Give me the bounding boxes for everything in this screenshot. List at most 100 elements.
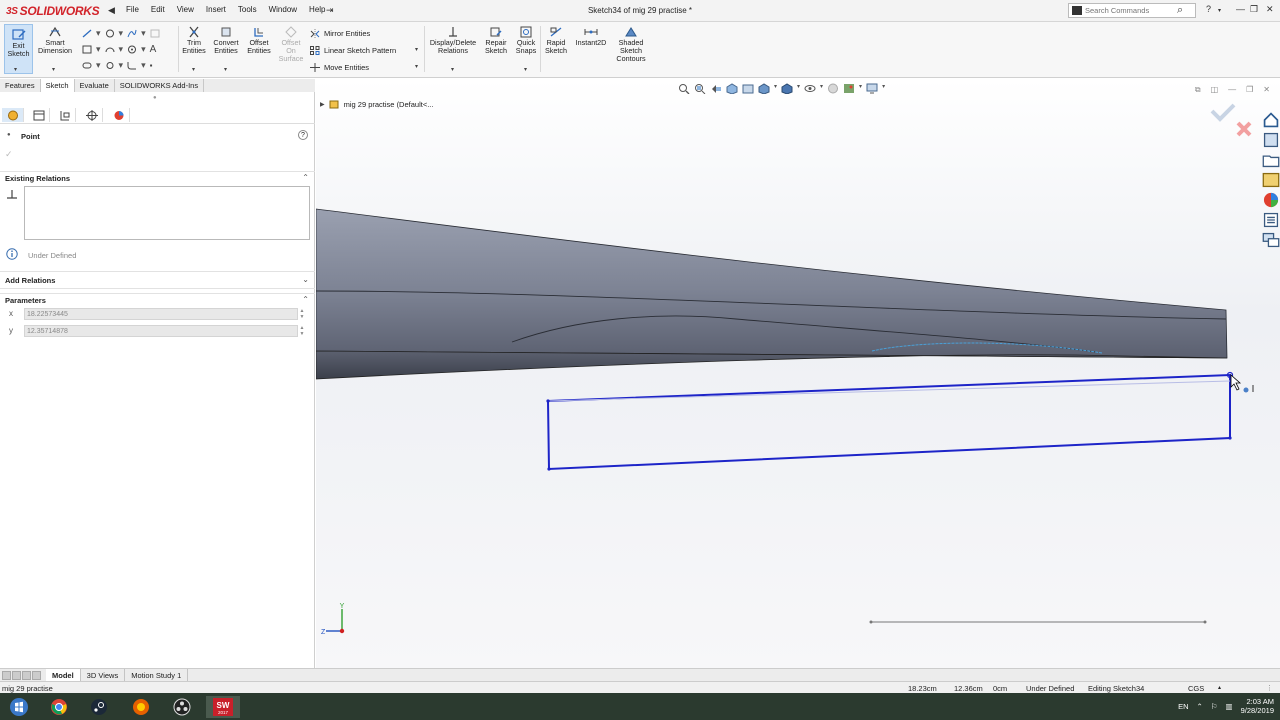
restore-icon[interactable]: ❐ — [1250, 4, 1258, 15]
language-indicator[interactable]: EN — [1178, 702, 1188, 711]
exit-sketch-dropdown-icon[interactable]: ▾ — [14, 66, 17, 73]
tab-solidworks-addins[interactable]: SOLIDWORKS Add-Ins — [115, 79, 205, 92]
ok-check-icon[interactable]: ✓ — [5, 149, 13, 160]
line-icon[interactable] — [82, 29, 92, 38]
search-commands[interactable]: ⌕ — [1068, 3, 1196, 18]
offset-entities-button[interactable]: Offset Entities — [244, 26, 274, 55]
shaded-sketch-contours-button[interactable]: Shaded Sketch Contours — [612, 26, 650, 63]
y-coordinate-input[interactable] — [24, 325, 298, 337]
move-entities-button[interactable]: Move Entities — [310, 63, 369, 72]
circle-icon[interactable] — [105, 29, 115, 38]
help-button[interactable]: ? — [1206, 4, 1211, 14]
fillet-icon[interactable] — [127, 61, 137, 70]
snaps-dropdown-icon[interactable]: ▾ — [524, 66, 527, 73]
start-button[interactable] — [2, 696, 36, 718]
text-icon[interactable]: A — [150, 44, 157, 55]
line-dropdown-icon[interactable]: ▾ — [96, 28, 101, 39]
feature-manager-tab[interactable] — [28, 108, 50, 122]
x-spinner[interactable]: ▲ ▼ — [298, 308, 306, 320]
panel-splitter-icon[interactable]: ● — [153, 95, 157, 101]
arc-icon[interactable] — [105, 45, 115, 54]
relations-list[interactable] — [24, 186, 310, 240]
menu-view[interactable]: View — [171, 5, 200, 14]
smart-dimension-dropdown-icon[interactable]: ▾ — [52, 66, 55, 73]
ellipse-icon[interactable] — [105, 61, 115, 70]
expand-chevron-icon[interactable]: ⌄ — [302, 275, 309, 284]
tab-sketch[interactable]: Sketch — [40, 79, 75, 92]
taskbar-solidworks[interactable]: SW 2017 — [206, 696, 240, 718]
collapse-chevron-icon[interactable]: ⌃ — [302, 173, 309, 182]
instant2d-button[interactable]: Instant2D — [572, 26, 610, 47]
fillet-dropdown-icon[interactable]: ▾ — [141, 60, 146, 71]
tray-expand-icon[interactable]: ⌃ — [1197, 702, 1203, 711]
add-relations-section[interactable]: Add Relations ⌄ — [0, 271, 315, 289]
display-manager-tab[interactable] — [108, 108, 130, 122]
move-dropdown-icon[interactable]: ▾ — [415, 63, 418, 70]
taskbar-firefox[interactable] — [124, 696, 158, 718]
taskbar-chrome[interactable] — [42, 696, 76, 718]
expand-menu-arrow-icon[interactable]: ◀ — [108, 5, 115, 16]
slot-icon[interactable] — [82, 61, 92, 70]
taskbar-obs[interactable] — [165, 696, 199, 718]
help-dropdown-icon[interactable]: ▾ — [1218, 7, 1221, 14]
pattern-dropdown-icon[interactable]: ▾ — [415, 46, 418, 53]
parameters-section[interactable]: Parameters ⌃ — [0, 293, 315, 306]
sketch-rectangle[interactable] — [546, 371, 1234, 471]
circle-dropdown-icon[interactable]: ▾ — [119, 28, 124, 39]
display-delete-relations-button[interactable]: Display/Delete Relations — [426, 26, 480, 55]
linear-sketch-pattern-button[interactable]: Linear Sketch Pattern — [310, 46, 396, 55]
help-circle-icon[interactable]: ? — [298, 130, 308, 140]
pin-menu-icon[interactable]: ⇥ — [326, 5, 334, 16]
arc-dropdown-icon[interactable]: ▾ — [119, 44, 124, 55]
search-icon[interactable]: ⌕ — [1177, 4, 1183, 17]
menu-edit[interactable]: Edit — [145, 5, 171, 14]
rectangle-dropdown-icon[interactable]: ▾ — [96, 44, 101, 55]
search-input[interactable] — [1085, 6, 1175, 15]
existing-relations-section[interactable]: Existing Relations ⌃ — [0, 171, 315, 184]
y-spinner[interactable]: ▲ ▼ — [298, 325, 306, 337]
repair-sketch-button[interactable]: Repair Sketch — [482, 26, 510, 55]
first-tab-icon[interactable] — [2, 671, 11, 680]
ellipse-dropdown-icon[interactable]: ▾ — [119, 60, 124, 71]
quick-snaps-button[interactable]: Quick Snaps — [512, 26, 540, 55]
status-units[interactable]: CGS — [1188, 684, 1204, 693]
point-icon[interactable]: ▪ — [150, 61, 153, 70]
sketch-chamfer-icon[interactable] — [150, 29, 160, 38]
taskbar-steam[interactable] — [82, 696, 116, 718]
offset-on-surface-button[interactable]: Offset On Surface — [276, 26, 306, 63]
solidworks-logo[interactable]: 3S SOLIDWORKS — [6, 3, 100, 19]
menu-insert[interactable]: Insert — [200, 5, 232, 14]
polygon-dropdown-icon[interactable]: ▾ — [141, 44, 146, 55]
x-coordinate-input[interactable] — [24, 308, 298, 320]
dimxpert-manager-tab[interactable] — [81, 108, 103, 122]
trim-entities-button[interactable]: Trim Entities — [180, 26, 208, 55]
collapse-chevron-icon[interactable]: ⌃ — [302, 295, 309, 304]
last-tab-icon[interactable] — [32, 671, 41, 680]
polygon-icon[interactable] — [127, 45, 137, 54]
next-tab-icon[interactable] — [22, 671, 31, 680]
action-center-flag-icon[interactable]: ⚐ — [1211, 702, 1218, 711]
property-manager-tab[interactable] — [2, 108, 24, 122]
rapid-sketch-button[interactable]: Rapid Sketch — [542, 26, 570, 55]
spline-dropdown-icon[interactable]: ▾ — [141, 28, 146, 39]
convert-entities-button[interactable]: Convert Entities — [210, 26, 242, 55]
menu-tools[interactable]: Tools — [232, 5, 263, 14]
status-options-icon[interactable]: ⋮ — [1266, 684, 1273, 692]
prev-tab-icon[interactable] — [12, 671, 21, 680]
tab-evaluate[interactable]: Evaluate — [75, 79, 115, 92]
slot-dropdown-icon[interactable]: ▾ — [96, 60, 101, 71]
close-icon[interactable]: ✕ — [1266, 4, 1274, 15]
rectangle-icon[interactable] — [82, 45, 92, 54]
clock[interactable]: 2:03 AM 9/28/2019 — [1241, 697, 1274, 715]
configuration-manager-tab[interactable] — [54, 108, 76, 122]
relations-dropdown-icon[interactable]: ▾ — [451, 66, 454, 73]
model-canvas[interactable]: Y Z — [316, 79, 1280, 668]
spline-icon[interactable] — [127, 29, 137, 38]
exit-sketch-button[interactable]: Exit Sketch — [4, 24, 33, 74]
graphics-area[interactable]: ▶ mig 29 practise (Default<... ▾ ▾ ▾ ▾ ▾… — [316, 79, 1280, 668]
mirror-entities-button[interactable]: Mirror Entities — [310, 29, 370, 38]
trim-dropdown-icon[interactable]: ▾ — [192, 66, 195, 73]
menu-window[interactable]: Window — [263, 5, 303, 14]
menu-file[interactable]: File — [120, 5, 145, 14]
convert-dropdown-icon[interactable]: ▾ — [224, 66, 227, 73]
